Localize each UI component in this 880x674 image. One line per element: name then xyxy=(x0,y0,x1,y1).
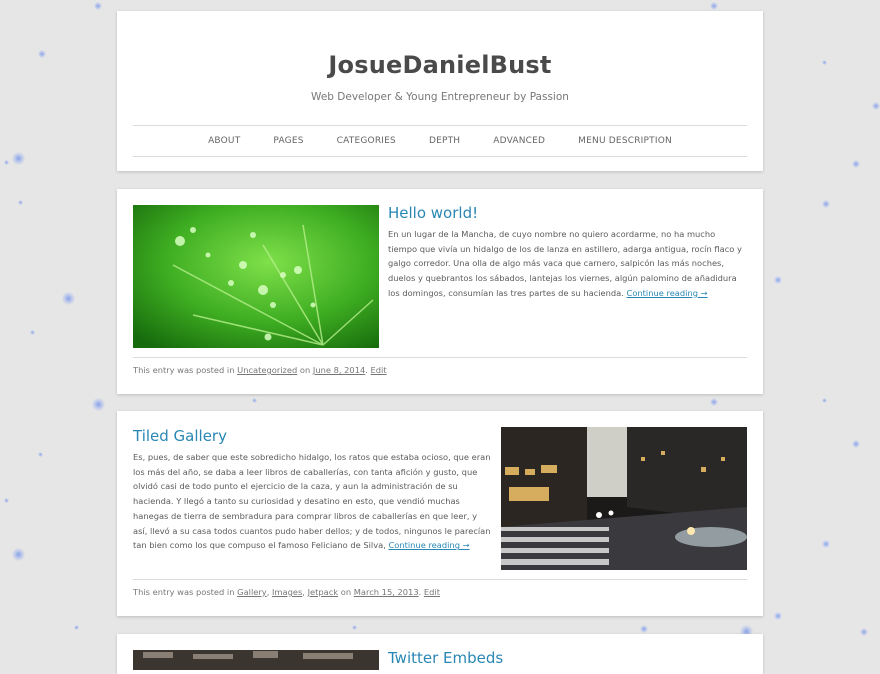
nav-item-about[interactable]: ABOUT xyxy=(208,136,240,146)
nav-item-menu-description[interactable]: MENU DESCRIPTION xyxy=(578,136,672,146)
nav-item-depth[interactable]: DEPTH xyxy=(429,136,460,146)
site-header: JosueDanielBust Web Developer & Young En… xyxy=(117,11,763,171)
post-thumbnail-street[interactable] xyxy=(133,650,379,670)
main-navigation: ABOUT PAGES CATEGORIES DEPTH ADVANCED ME… xyxy=(133,125,747,157)
post-title[interactable]: Twitter Embeds xyxy=(388,649,503,667)
post-twitter-embeds: Twitter Embeds xyxy=(117,634,763,674)
post-date-link[interactable]: June 8, 2014 xyxy=(313,365,365,375)
category-link-images[interactable]: Images xyxy=(272,587,302,597)
meta-on: on xyxy=(299,365,311,375)
post-thumbnail-city[interactable] xyxy=(501,427,747,570)
edit-link[interactable]: Edit xyxy=(371,365,387,375)
edit-link[interactable]: Edit xyxy=(424,587,440,597)
post-thumbnail-leaf[interactable] xyxy=(133,205,379,348)
post-meta: This entry was posted in Gallery, Images… xyxy=(133,587,440,597)
nav-item-advanced[interactable]: ADVANCED xyxy=(493,136,545,146)
post-meta: This entry was posted in Uncategorized o… xyxy=(133,365,387,375)
category-link[interactable]: Uncategorized xyxy=(237,365,297,375)
continue-reading-link[interactable]: Continue reading → xyxy=(389,540,470,550)
category-link-gallery[interactable]: Gallery xyxy=(237,587,267,597)
nav-item-categories[interactable]: CATEGORIES xyxy=(337,136,396,146)
divider xyxy=(133,579,747,580)
continue-reading-link[interactable]: Continue reading → xyxy=(627,288,708,298)
nav-item-pages[interactable]: PAGES xyxy=(273,136,303,146)
divider xyxy=(133,357,747,358)
site-description: Web Developer & Young Entrepreneur by Pa… xyxy=(311,91,569,103)
category-link-jetpack[interactable]: Jetpack xyxy=(308,587,339,597)
meta-prefix: This entry was posted in xyxy=(133,587,235,597)
post-hello-world: Hello world! En un lugar de la Mancha, d… xyxy=(117,189,763,394)
meta-on: on xyxy=(340,587,352,597)
meta-prefix: This entry was posted in xyxy=(133,365,235,375)
post-title[interactable]: Hello world! xyxy=(388,204,478,222)
post-excerpt: En un lugar de la Mancha, de cuyo nombre… xyxy=(388,227,746,301)
post-title[interactable]: Tiled Gallery xyxy=(133,427,227,445)
post-tiled-gallery: Tiled Gallery Es, pues, de saber que est… xyxy=(117,411,763,616)
post-excerpt: Es, pues, de saber que este sobredicho h… xyxy=(133,450,493,553)
post-date-link[interactable]: March 15, 2013 xyxy=(354,587,419,597)
excerpt-text: Es, pues, de saber que este sobredicho h… xyxy=(133,452,491,551)
site-title[interactable]: JosueDanielBust xyxy=(117,51,763,79)
